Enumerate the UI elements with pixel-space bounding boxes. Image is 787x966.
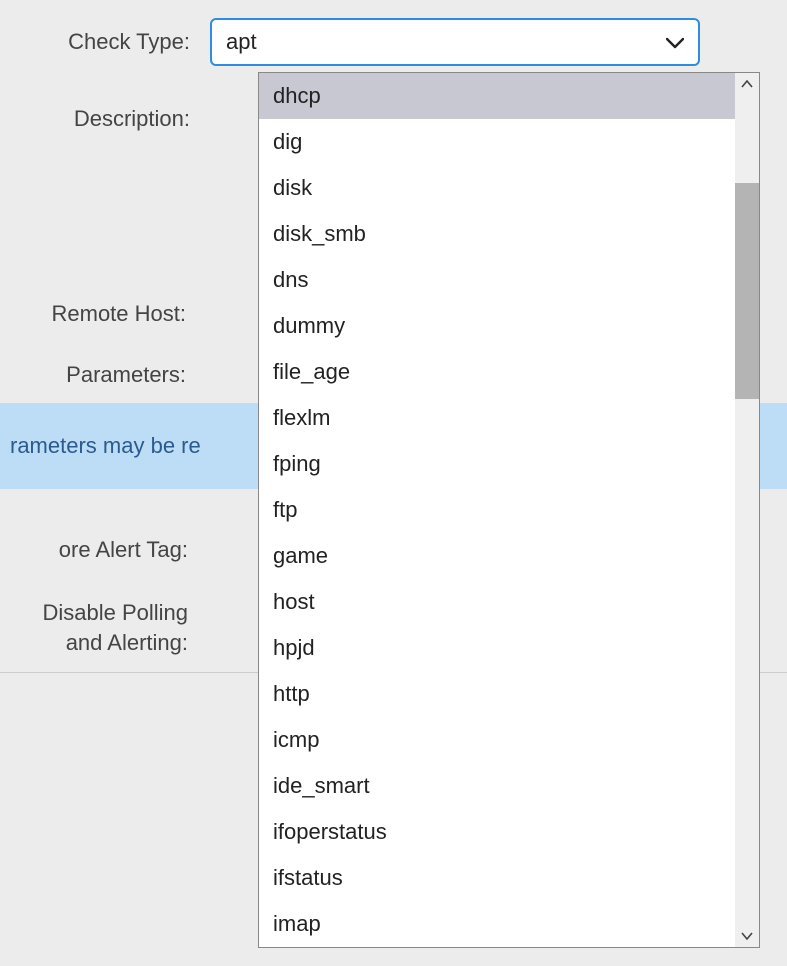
scroll-down-icon[interactable] — [735, 925, 759, 947]
check-type-select[interactable]: apt — [210, 18, 700, 66]
label-description: Description: — [10, 98, 210, 132]
dropdown-option[interactable]: hpjd — [259, 625, 759, 671]
dropdown-option[interactable]: ide_smart — [259, 763, 759, 809]
dropdown-option[interactable]: file_age — [259, 349, 759, 395]
dropdown-option[interactable]: icmp — [259, 717, 759, 763]
dropdown-option[interactable]: ifoperstatus — [259, 809, 759, 855]
label-check-type: Check Type: — [10, 29, 210, 55]
dropdown-list[interactable]: dhcpdigdiskdisk_smbdnsdummyfile_ageflexl… — [259, 73, 759, 947]
dropdown-option[interactable]: flexlm — [259, 395, 759, 441]
label-remote-host: Remote Host: — [10, 301, 206, 327]
scrollbar[interactable] — [735, 73, 759, 947]
dropdown-option[interactable]: http — [259, 671, 759, 717]
label-disable-polling-line1: Disable Polling — [42, 600, 188, 625]
dropdown-option[interactable]: game — [259, 533, 759, 579]
dropdown-option[interactable]: host — [259, 579, 759, 625]
dropdown-option[interactable]: disk_smb — [259, 211, 759, 257]
dropdown-option[interactable]: fping — [259, 441, 759, 487]
scrollbar-thumb[interactable] — [735, 183, 759, 399]
scroll-up-icon[interactable] — [735, 73, 759, 95]
dropdown-option[interactable]: ftp — [259, 487, 759, 533]
label-disable-polling-line2: and Alerting: — [66, 630, 188, 655]
check-type-dropdown[interactable]: dhcpdigdiskdisk_smbdnsdummyfile_ageflexl… — [258, 72, 760, 948]
dropdown-option[interactable]: imap — [259, 901, 759, 947]
dropdown-option[interactable]: disk — [259, 165, 759, 211]
dropdown-option[interactable]: dig — [259, 119, 759, 165]
info-banner-text: rameters may be re — [10, 433, 201, 458]
dropdown-option[interactable]: dummy — [259, 303, 759, 349]
chevron-down-icon — [666, 29, 684, 55]
dropdown-option[interactable]: dns — [259, 257, 759, 303]
label-ignore-alert: ore Alert Tag: — [10, 537, 208, 563]
label-disable-polling: Disable Polling and Alerting: — [10, 598, 208, 657]
dropdown-option[interactable]: dhcp — [259, 73, 759, 119]
dropdown-option[interactable]: ifstatus — [259, 855, 759, 901]
label-parameters: Parameters: — [10, 362, 206, 388]
check-type-value: apt — [226, 29, 257, 55]
